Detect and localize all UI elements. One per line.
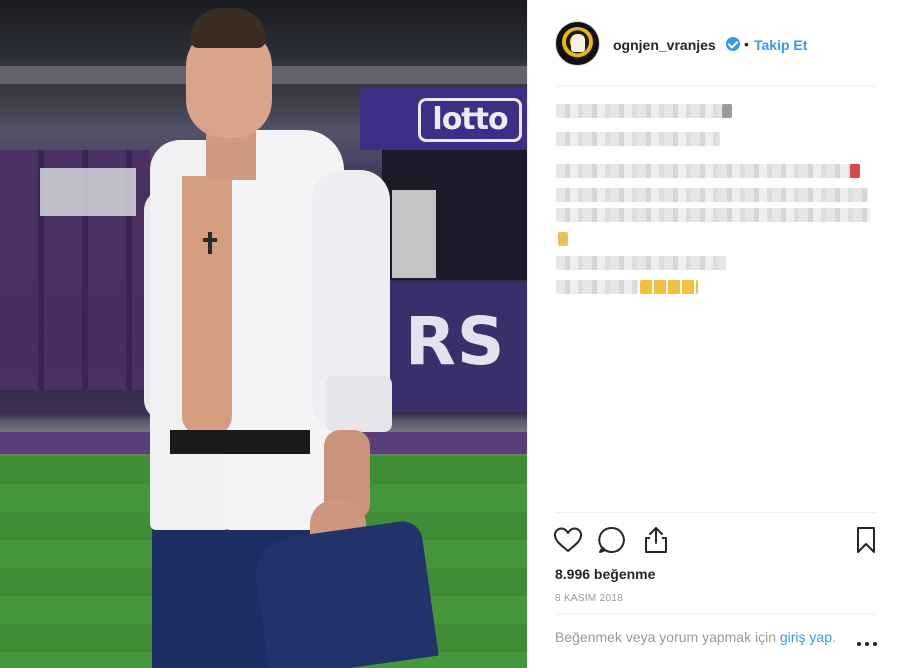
login-link[interactable]: giriş yap: [780, 629, 832, 645]
more-dot: [873, 642, 877, 646]
post-side-panel: ognjen_vranjes • Takip Et 8.996 beğenme …: [527, 0, 900, 668]
username-link[interactable]: ognjen_vranjes: [613, 36, 716, 54]
blurred-line: [556, 104, 724, 118]
belt: [170, 430, 310, 454]
login-prompt-text: Beğenmek veya yorum yapmak için: [555, 629, 780, 645]
like-count[interactable]: 8.996 beğenme: [555, 565, 655, 583]
post-date: 8 KASIM 2018: [555, 593, 624, 604]
login-prompt-period: .: [832, 629, 836, 645]
follow-button[interactable]: Takip Et: [754, 36, 807, 54]
blurred-line: [556, 188, 868, 202]
bookmark-icon[interactable]: [850, 524, 882, 556]
comment-divider: [555, 614, 877, 615]
actions-divider: [555, 512, 877, 513]
blurred-emoji: [640, 280, 698, 294]
blurred-emoji: [722, 104, 732, 118]
shirt-cuff: [326, 376, 392, 432]
avatar-face: [571, 34, 585, 52]
post-photo[interactable]: lotto RS: [0, 0, 527, 668]
more-dot: [865, 642, 869, 646]
cross-pendant: [208, 232, 212, 254]
login-prompt: Beğenmek veya yorum yapmak için giriş ya…: [555, 627, 845, 648]
cross-pendant-bar: [203, 238, 217, 242]
header-divider: [555, 86, 877, 87]
blurred-line: [556, 164, 856, 178]
more-dot: [857, 642, 861, 646]
blurred-line: [556, 132, 720, 146]
comment-icon[interactable]: [596, 524, 628, 556]
hair: [190, 8, 266, 48]
blurred-line: [556, 256, 726, 270]
blurred-line: [556, 280, 638, 294]
chest: [182, 176, 232, 436]
share-icon[interactable]: [640, 524, 672, 556]
blurred-emoji: [850, 164, 860, 178]
suit-jacket: [251, 518, 439, 668]
more-options-icon[interactable]: [855, 636, 879, 652]
verified-badge-icon: [726, 37, 740, 51]
post-header: ognjen_vranjes • Takip Et: [528, 0, 900, 88]
person-figure: [0, 0, 527, 668]
blurred-emoji: [558, 232, 568, 246]
separator-dot: •: [744, 36, 749, 52]
blurred-caption: [550, 96, 880, 306]
heart-icon[interactable]: [552, 524, 584, 556]
profile-avatar[interactable]: [555, 21, 600, 66]
blurred-line: [556, 208, 870, 222]
